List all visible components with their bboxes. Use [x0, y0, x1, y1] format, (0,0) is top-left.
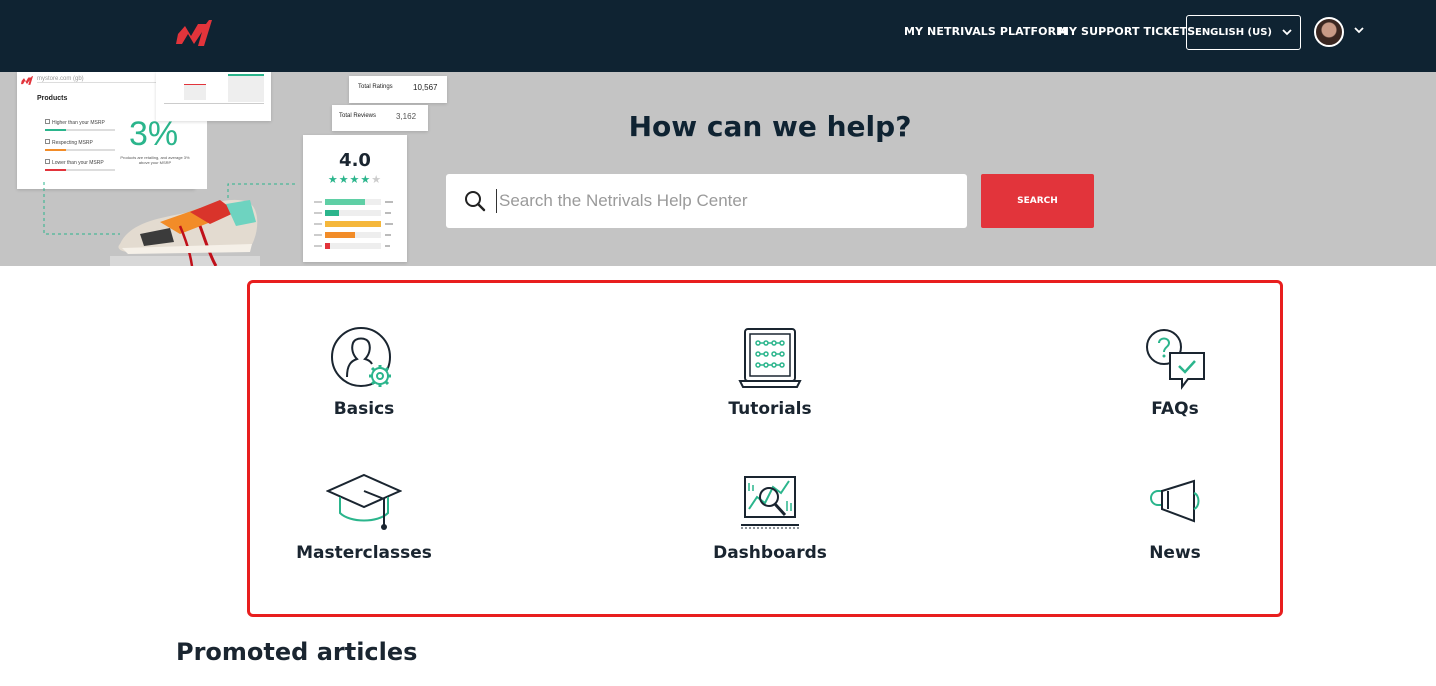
price-row: Lower than your MSRP	[45, 159, 115, 171]
price-row: Respecting MSRP	[45, 139, 115, 151]
total-reviews-value: 3,162	[396, 112, 417, 121]
category-label: Masterclasses	[296, 543, 432, 563]
chevron-down-icon[interactable]	[1353, 24, 1365, 36]
avatar[interactable]	[1314, 17, 1344, 47]
netrivals-logo[interactable]	[176, 20, 212, 46]
promoted-articles-heading: Promoted articles	[176, 638, 418, 666]
rating-distribution-bars	[314, 199, 393, 249]
total-ratings-card: Total Ratings 10,567	[349, 76, 447, 103]
hero-section: mystore.com (gb) Products Higher than yo…	[0, 72, 1436, 266]
search-input[interactable]	[496, 189, 967, 213]
category-basics[interactable]: Basics	[254, 325, 474, 419]
search-box	[446, 174, 967, 228]
search-button[interactable]: SEARCH	[981, 174, 1094, 228]
sneaker-illustration	[43, 182, 298, 266]
total-reviews-card: Total Reviews 3,162	[332, 105, 428, 131]
graduation-cap-icon	[326, 473, 402, 530]
top-navbar: MY NETRIVALS PLATFORM MY SUPPORT TICKETS…	[0, 0, 1436, 72]
search-icon	[465, 191, 486, 212]
price-row-label: Higher than your MSRP	[52, 120, 105, 126]
hero-title: How can we help?	[628, 110, 912, 143]
category-label: Dashboards	[713, 543, 827, 563]
laptop-icon	[738, 328, 802, 388]
category-label: Tutorials	[728, 399, 812, 419]
category-dashboards[interactable]: Dashboards	[660, 469, 880, 563]
price-row-label: Lower than your MSRP	[52, 160, 104, 166]
total-ratings-label: Total Ratings	[358, 84, 393, 90]
nav-my-support-tickets[interactable]: MY SUPPORT TICKETS	[1058, 25, 1195, 38]
percent-caption: Products are retailing, and average 3% a…	[120, 155, 190, 165]
total-ratings-value: 10,567	[413, 83, 438, 92]
category-masterclasses[interactable]: Masterclasses	[254, 469, 474, 563]
category-label: News	[1149, 543, 1201, 563]
price-row: Higher than your MSRP	[45, 119, 115, 131]
category-tutorials[interactable]: Tutorials	[660, 325, 880, 419]
nav-my-netrivals-platform[interactable]: MY NETRIVALS PLATFORM	[904, 25, 1067, 38]
netrivals-mini-logo	[21, 76, 33, 85]
total-reviews-label: Total Reviews	[339, 113, 377, 119]
category-news[interactable]: News	[1065, 469, 1285, 563]
mini-chart-illustration	[156, 72, 271, 121]
megaphone-icon	[1150, 479, 1200, 523]
rating-card: 4.0 ★★★★★	[303, 135, 407, 262]
question-chat-icon	[1146, 329, 1205, 390]
star-rating-icon: ★★★★★	[327, 173, 383, 186]
rating-value: 4.0	[339, 150, 371, 171]
language-label: ENGLISH (US)	[1194, 27, 1273, 38]
price-row-label: Respecting MSRP	[52, 140, 93, 146]
category-label: FAQs	[1151, 399, 1199, 419]
category-label: Basics	[333, 399, 395, 419]
language-selector[interactable]: ENGLISH (US)	[1186, 15, 1301, 50]
dashboard-monitor-icon	[741, 476, 799, 529]
chevron-down-icon	[1282, 29, 1292, 36]
user-gear-icon	[331, 327, 391, 387]
category-faqs[interactable]: FAQs	[1065, 325, 1285, 419]
